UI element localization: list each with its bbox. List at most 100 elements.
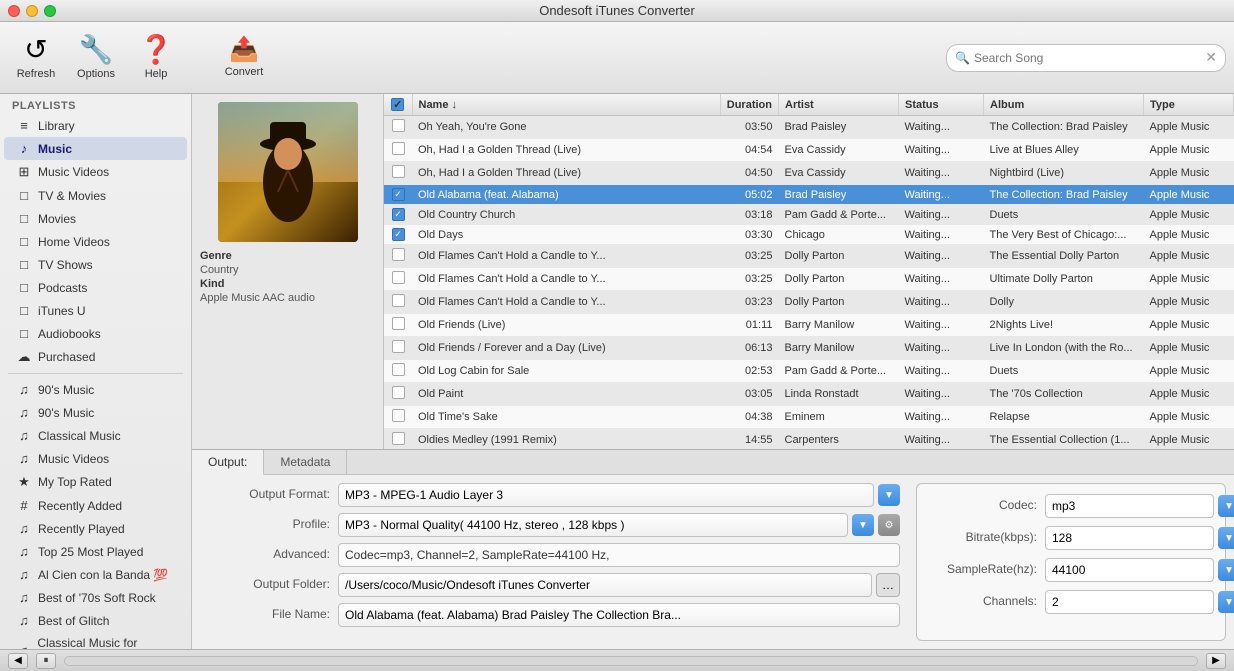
- sidebar-item-classical-royalty[interactable]: ♫ Classical Music for Royalty: [4, 632, 187, 649]
- info-metadata: Genre Country Kind Apple Music AAC audio: [200, 250, 375, 306]
- sidebar-item-best-glitch[interactable]: ♫ Best of Glitch: [4, 609, 187, 632]
- table-row[interactable]: Old Flames Can't Hold a Candle to Y...03…: [384, 268, 1234, 291]
- status-right-button[interactable]: ▶: [1206, 653, 1226, 669]
- channels-dropdown[interactable]: ▼: [1218, 591, 1234, 613]
- table-row[interactable]: Oh, Had I a Golden Thread (Live)04:54Eva…: [384, 139, 1234, 162]
- sidebar-item-best-70s[interactable]: ♫ Best of '70s Soft Rock: [4, 586, 187, 609]
- table-row[interactable]: ✓Old Country Church03:18Pam Gadd & Porte…: [384, 205, 1234, 225]
- profile-settings[interactable]: ⚙: [878, 514, 900, 536]
- row-checkbox[interactable]: [392, 294, 405, 307]
- channels-value: ▼: [1045, 590, 1234, 614]
- table-row[interactable]: Old Log Cabin for Sale02:53Pam Gadd & Po…: [384, 360, 1234, 383]
- minimize-button[interactable]: [26, 5, 38, 17]
- sidebar-item-tv-movies[interactable]: □ TV & Movies: [4, 184, 187, 207]
- sidebar-item-purchased[interactable]: ☁ Purchased: [4, 345, 187, 369]
- row-checkbox[interactable]: [392, 142, 405, 155]
- sidebar-item-90s-music-2[interactable]: ♫ 90's Music: [4, 401, 187, 424]
- file-name-input[interactable]: [338, 603, 900, 627]
- select-all-checkbox[interactable]: ✓: [391, 98, 404, 111]
- status-pause-button[interactable]: ⏸: [36, 653, 56, 669]
- sidebar-item-music-videos[interactable]: ⊞ Music Videos: [4, 160, 187, 184]
- close-button[interactable]: [8, 5, 20, 17]
- row-checkbox[interactable]: [392, 363, 405, 376]
- song-table-wrapper[interactable]: ✓ Name ↓ Duration Artist Status Album Ty…: [384, 94, 1234, 449]
- sidebar-item-home-videos[interactable]: □ Home Videos: [4, 230, 187, 253]
- channels-input[interactable]: [1045, 590, 1214, 614]
- search-clear-icon[interactable]: ✕: [1205, 49, 1217, 66]
- sidebar-item-classical[interactable]: ♫ Classical Music: [4, 424, 187, 447]
- status-prev-button[interactable]: ◀: [8, 653, 28, 669]
- window-controls[interactable]: [8, 5, 56, 17]
- sidebar-item-recently-played[interactable]: ♫ Recently Played: [4, 517, 187, 540]
- sidebar-label-music-videos: Music Videos: [38, 165, 109, 179]
- sidebar-item-music[interactable]: ♪ Music: [4, 137, 187, 160]
- row-checkbox[interactable]: ✓: [392, 228, 405, 241]
- convert-button[interactable]: 📤 Convert: [212, 28, 276, 88]
- row-checkbox[interactable]: [392, 271, 405, 284]
- sidebar-label-ai-cien: Al Cien con la Banda 💯: [38, 568, 168, 582]
- col-header-artist[interactable]: Artist: [779, 94, 899, 116]
- row-checkbox[interactable]: ✓: [392, 188, 405, 201]
- help-button[interactable]: ❓ Help: [128, 28, 184, 88]
- col-header-status[interactable]: Status: [899, 94, 984, 116]
- sidebar-item-podcasts[interactable]: □ Podcasts: [4, 276, 187, 299]
- col-header-check[interactable]: ✓: [384, 94, 412, 116]
- row-checkbox[interactable]: [392, 119, 405, 132]
- maximize-button[interactable]: [44, 5, 56, 17]
- row-checkbox[interactable]: [392, 409, 405, 422]
- table-row[interactable]: Old Friends / Forever and a Day (Live)06…: [384, 337, 1234, 360]
- search-input[interactable]: [974, 51, 1205, 65]
- row-checkbox[interactable]: [392, 317, 405, 330]
- sidebar-item-ai-cien[interactable]: ♫ Al Cien con la Banda 💯: [4, 563, 187, 586]
- col-header-type[interactable]: Type: [1144, 94, 1234, 116]
- browse-folder-button[interactable]: …: [876, 573, 900, 597]
- col-header-duration[interactable]: Duration: [720, 94, 778, 116]
- table-row[interactable]: Oh Yeah, You're Gone03:50Brad PaisleyWai…: [384, 116, 1234, 139]
- table-row[interactable]: Old Friends (Live)01:11Barry ManilowWait…: [384, 314, 1234, 337]
- sidebar-item-itunes-u[interactable]: □ iTunes U: [4, 299, 187, 322]
- samplerate-dropdown[interactable]: ▼: [1218, 559, 1234, 581]
- row-artist: Dolly Parton: [779, 245, 899, 268]
- sidebar-item-audiobooks[interactable]: □ Audiobooks: [4, 322, 187, 345]
- sidebar-item-my-top-rated[interactable]: ★ My Top Rated: [4, 470, 187, 494]
- col-header-name[interactable]: Name ↓: [412, 94, 720, 116]
- status-scrollbar[interactable]: [64, 656, 1198, 666]
- sidebar-item-movies[interactable]: □ Movies: [4, 207, 187, 230]
- table-row[interactable]: Old Flames Can't Hold a Candle to Y...03…: [384, 245, 1234, 268]
- profile-input[interactable]: [338, 513, 848, 537]
- col-header-album[interactable]: Album: [984, 94, 1144, 116]
- row-checkbox[interactable]: [392, 340, 405, 353]
- profile-dropdown[interactable]: ▼: [852, 514, 874, 536]
- table-row[interactable]: ✓Old Days03:30ChicagoWaiting...The Very …: [384, 225, 1234, 245]
- output-format-input[interactable]: [338, 483, 874, 507]
- sidebar-item-library[interactable]: ≡ Library: [4, 114, 187, 137]
- library-icon: ≡: [16, 118, 32, 133]
- sidebar-item-tv-shows[interactable]: □ TV Shows: [4, 253, 187, 276]
- sidebar-item-music-videos-2[interactable]: ♫ Music Videos: [4, 447, 187, 470]
- table-row[interactable]: Oldies Medley (1991 Remix)14:55Carpenter…: [384, 429, 1234, 450]
- table-row[interactable]: ✓Old Alabama (feat. Alabama)05:02Brad Pa…: [384, 185, 1234, 205]
- sidebar-item-90s-music-1[interactable]: ♫ 90's Music: [4, 378, 187, 401]
- samplerate-input[interactable]: [1045, 558, 1214, 582]
- codec-input[interactable]: [1045, 494, 1214, 518]
- table-row[interactable]: Old Paint03:05Linda RonstadtWaiting...Th…: [384, 383, 1234, 406]
- table-row[interactable]: Old Flames Can't Hold a Candle to Y...03…: [384, 291, 1234, 314]
- sidebar-item-top-25[interactable]: ♫ Top 25 Most Played: [4, 540, 187, 563]
- row-checkbox[interactable]: [392, 386, 405, 399]
- output-folder-input[interactable]: [338, 573, 872, 597]
- bitrate-input[interactable]: [1045, 526, 1214, 550]
- row-checkbox[interactable]: ✓: [392, 208, 405, 221]
- row-checkbox[interactable]: [392, 248, 405, 261]
- codec-dropdown[interactable]: ▼: [1218, 495, 1234, 517]
- options-button[interactable]: 🔧 Options: [68, 28, 124, 88]
- row-checkbox[interactable]: [392, 165, 405, 178]
- table-row[interactable]: Oh, Had I a Golden Thread (Live)04:50Eva…: [384, 162, 1234, 185]
- refresh-button[interactable]: ↺ Refresh: [8, 28, 64, 88]
- bitrate-dropdown[interactable]: ▼: [1218, 527, 1234, 549]
- output-format-dropdown[interactable]: ▼: [878, 484, 900, 506]
- tab-output[interactable]: Output:: [192, 450, 264, 475]
- sidebar-item-recently-added[interactable]: # Recently Added: [4, 494, 187, 517]
- row-checkbox[interactable]: [392, 432, 405, 445]
- table-row[interactable]: Old Time's Sake04:38EminemWaiting...Rela…: [384, 406, 1234, 429]
- tab-metadata[interactable]: Metadata: [264, 450, 347, 474]
